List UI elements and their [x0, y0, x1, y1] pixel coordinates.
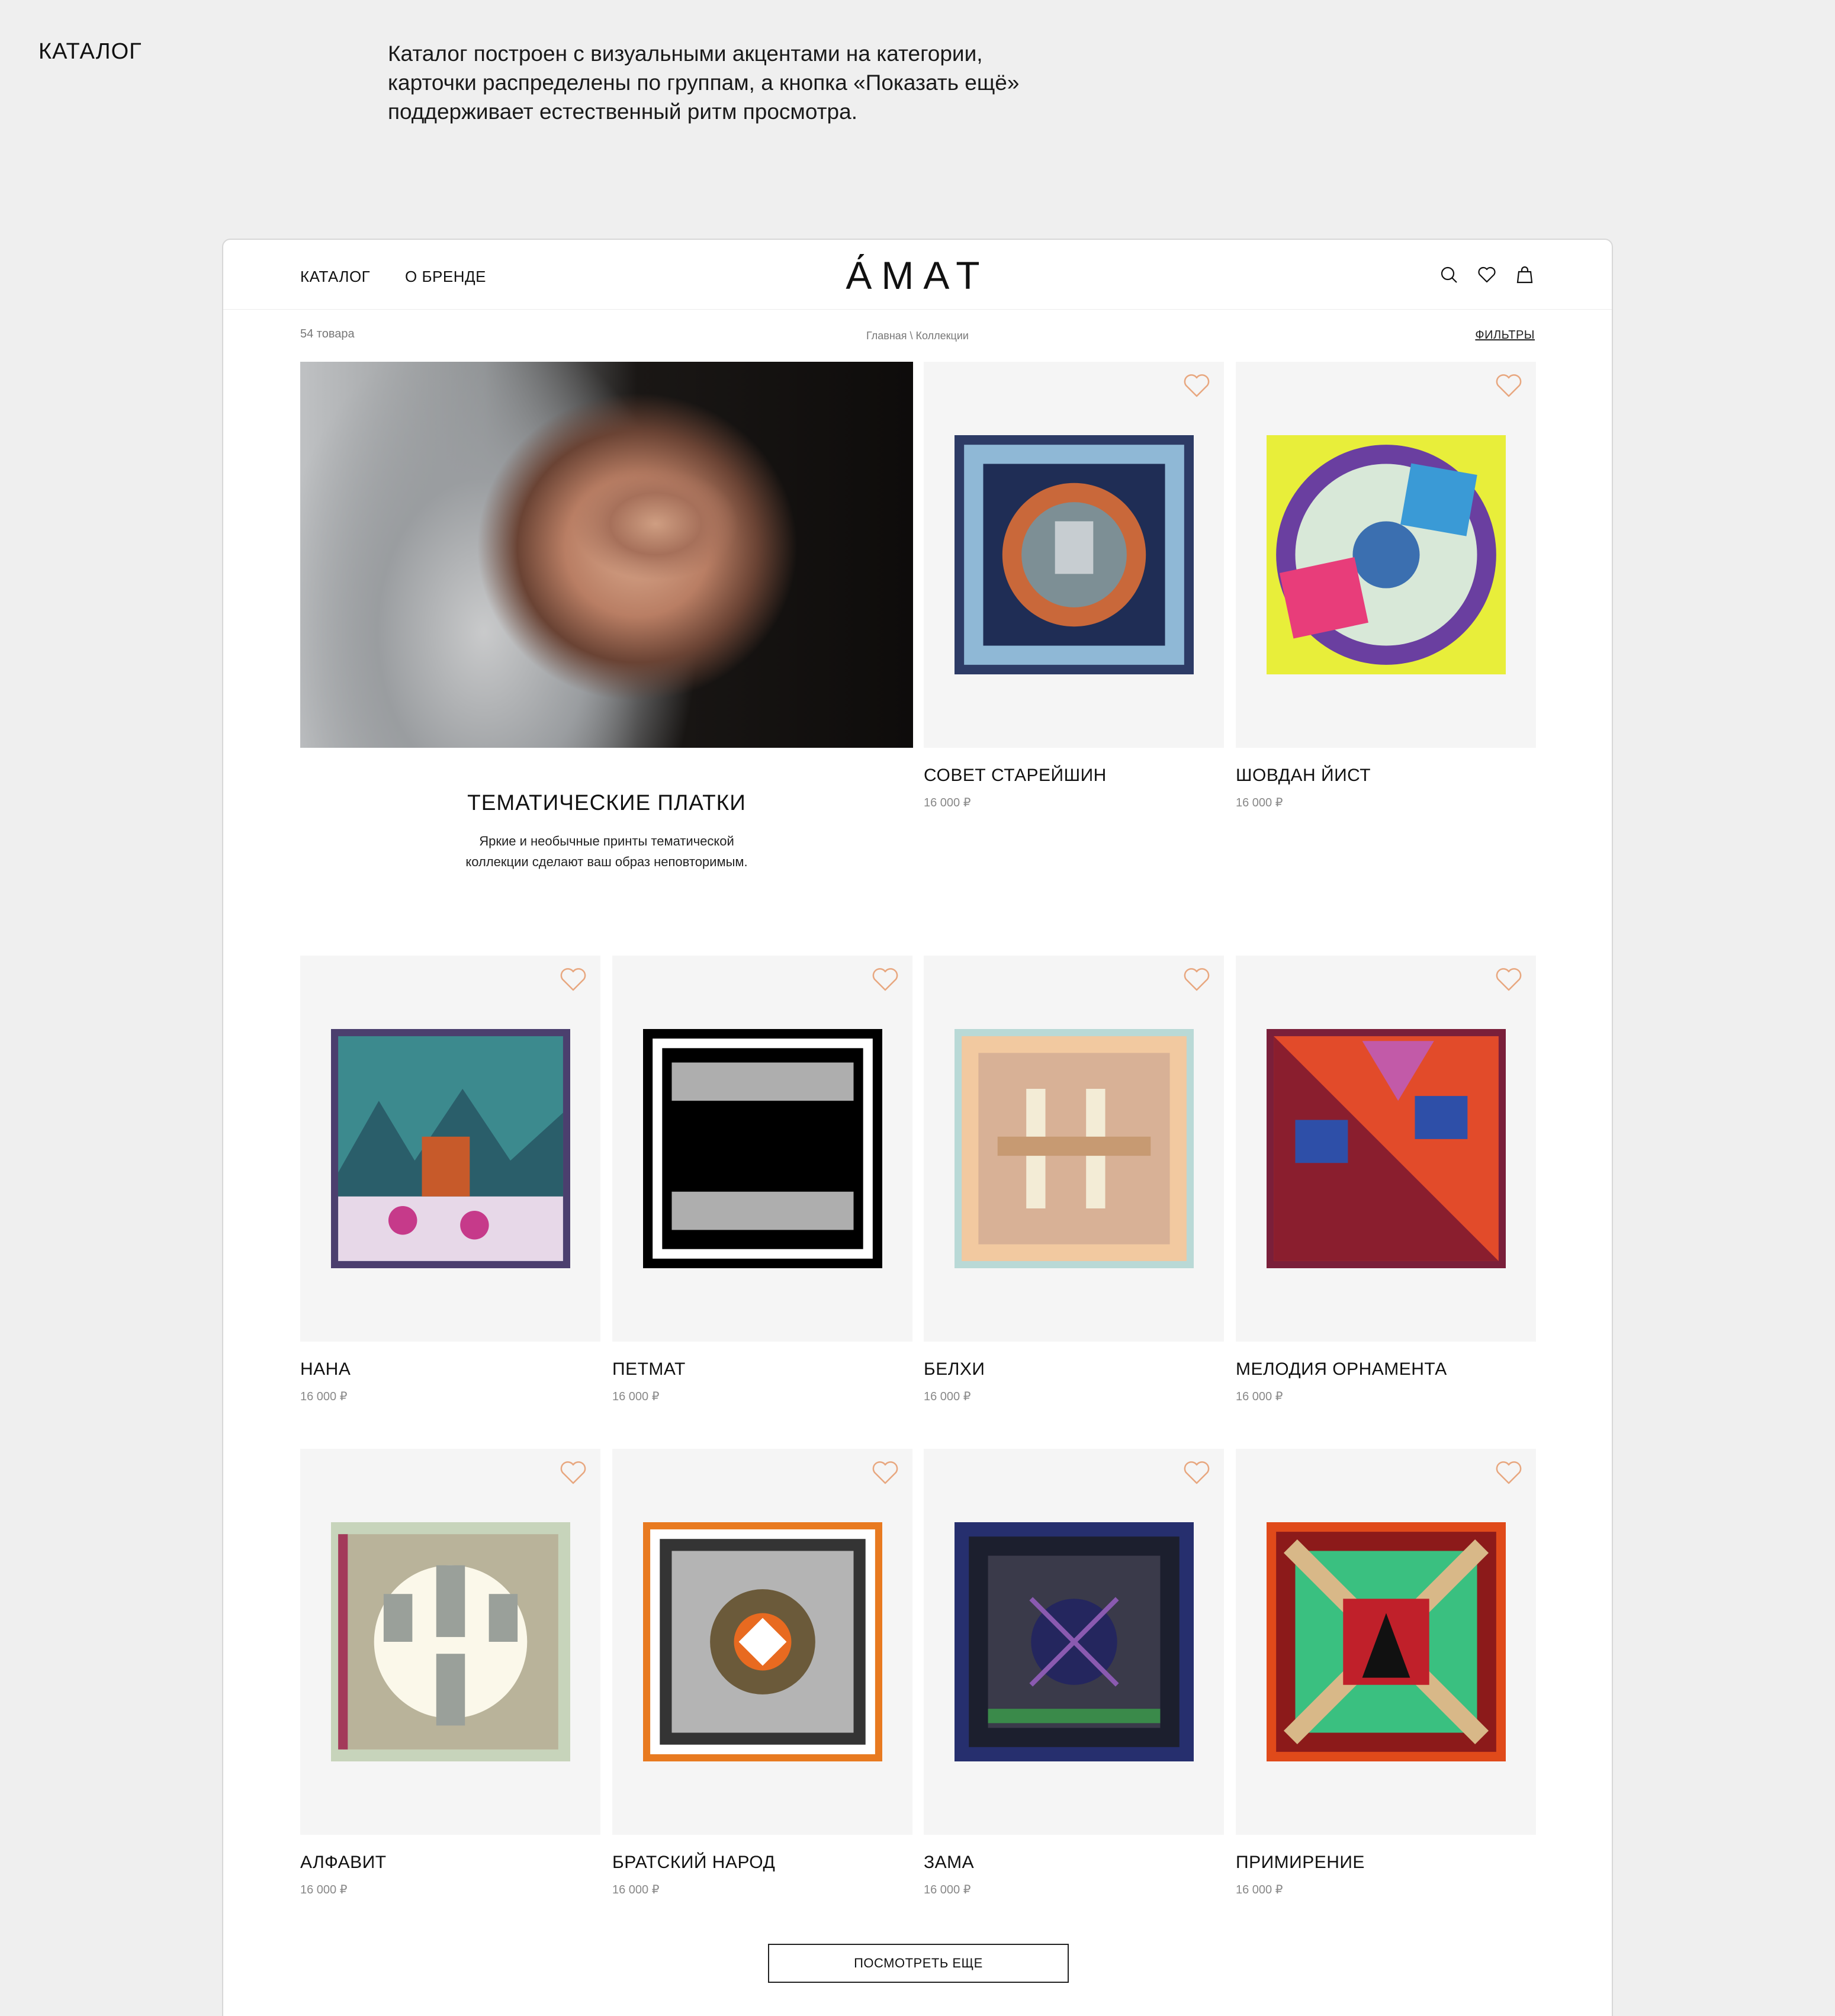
promo-text: Яркие и необычные принты тематической ко… — [300, 831, 913, 872]
product-price: 16 000 ₽ — [612, 1390, 660, 1403]
promo-image[interactable] — [300, 362, 913, 748]
product-price: 16 000 ₽ — [300, 1883, 348, 1896]
description-line: поддерживает естественный ритм просмотра… — [388, 99, 857, 124]
product-card[interactable]: НАНА 16 000 ₽ — [300, 956, 600, 1404]
product-card[interactable]: ПРИМИРЕНИЕ 16 000 ₽ — [1236, 1449, 1536, 1897]
bag-icon[interactable] — [1515, 265, 1535, 285]
promo-text-line: Яркие и необычные принты тематической — [479, 834, 734, 848]
header-icons — [1439, 265, 1535, 285]
product-price: 16 000 ₽ — [300, 1390, 348, 1403]
product-name[interactable]: МЕЛОДИЯ ОРНАМЕНТА — [1236, 1359, 1536, 1380]
heart-icon[interactable] — [1495, 374, 1523, 398]
heart-icon[interactable] — [1495, 967, 1523, 992]
heart-icon[interactable] — [1182, 967, 1211, 992]
product-name[interactable]: АЛФАВИТ — [300, 1853, 600, 1873]
product-price: 16 000 ₽ — [1236, 1390, 1283, 1403]
product-price: 16 000 ₽ — [924, 1883, 971, 1896]
product-name[interactable]: ШОВДАН ЙИСТ — [1236, 766, 1536, 786]
product-card[interactable]: БЕЛХИ 16 000 ₽ — [924, 956, 1224, 1404]
product-price: 16 000 ₽ — [1236, 796, 1283, 809]
scarf-print — [954, 435, 1194, 674]
description-line: Каталог построен с визуальными акцентами… — [388, 41, 983, 66]
section-description: Каталог построен с визуальными акцентами… — [388, 39, 1098, 126]
show-more-button[interactable]: ПОСМОТРЕТЬ ЕЩЕ — [768, 1944, 1069, 1983]
product-name[interactable]: СОВЕТ СТАРЕЙШИН — [924, 766, 1224, 786]
product-price: 16 000 ₽ — [924, 796, 971, 809]
scarf-print — [642, 1522, 882, 1761]
product-image[interactable] — [300, 1449, 600, 1835]
product-image[interactable] — [1236, 956, 1536, 1342]
breadcrumb[interactable]: Главная \ Коллекции — [223, 330, 1612, 342]
product-image[interactable] — [612, 1449, 912, 1835]
scarf-print — [330, 1029, 570, 1268]
browser-window: КАТАЛОГ О БРЕНДЕ А́МАТ 54 товара Главная… — [222, 239, 1613, 2016]
heart-icon[interactable] — [1182, 374, 1211, 398]
product-card[interactable]: МЕЛОДИЯ ОРНАМЕНТА 16 000 ₽ — [1236, 956, 1536, 1404]
product-price: 16 000 ₽ — [612, 1883, 660, 1896]
scarf-print — [642, 1029, 882, 1268]
product-name[interactable]: БРАТСКИЙ НАРОД — [612, 1853, 912, 1873]
product-card[interactable]: ПЕТМАТ 16 000 ₽ — [612, 956, 912, 1404]
promo-title: ТЕМАТИЧЕСКИЕ ПЛАТКИ — [467, 790, 746, 815]
brand-logo[interactable]: А́МАТ — [223, 253, 1612, 298]
heart-icon[interactable] — [1182, 1461, 1211, 1486]
promo-text-line: коллекции сделают ваш образ неповторимым… — [465, 854, 748, 869]
product-name[interactable]: ЗАМА — [924, 1853, 1224, 1873]
heart-icon[interactable] — [1495, 1461, 1523, 1486]
product-card[interactable]: АЛФАВИТ 16 000 ₽ — [300, 1449, 600, 1897]
product-name[interactable]: НАНА — [300, 1359, 600, 1380]
product-image[interactable] — [924, 956, 1224, 1342]
heart-icon[interactable] — [559, 967, 587, 992]
heart-icon[interactable] — [871, 1461, 899, 1486]
scarf-print — [1266, 1522, 1506, 1761]
scarf-print — [1266, 1029, 1506, 1268]
heart-icon[interactable] — [871, 967, 899, 992]
scarf-print — [954, 1029, 1194, 1268]
product-image[interactable] — [1236, 362, 1536, 748]
site-header: КАТАЛОГ О БРЕНДЕ А́МАТ — [223, 240, 1612, 310]
scarf-print — [1266, 435, 1506, 674]
product-name[interactable]: ПЕТМАТ — [612, 1359, 912, 1380]
product-image[interactable] — [300, 956, 600, 1342]
description-line: карточки распределены по группам, а кноп… — [388, 70, 1020, 95]
product-card[interactable]: ШОВДАН ЙИСТ 16 000 ₽ — [1236, 362, 1536, 810]
heart-icon[interactable] — [559, 1461, 587, 1486]
product-card[interactable]: СОВЕТ СТАРЕЙШИН 16 000 ₽ — [924, 362, 1224, 810]
scarf-print — [954, 1522, 1194, 1761]
search-icon[interactable] — [1439, 265, 1459, 285]
product-card[interactable]: ЗАМА 16 000 ₽ — [924, 1449, 1224, 1897]
filters-link[interactable]: ФИЛЬТРЫ — [1475, 329, 1535, 342]
product-price: 16 000 ₽ — [1236, 1883, 1283, 1896]
product-name[interactable]: БЕЛХИ — [924, 1359, 1224, 1380]
product-image[interactable] — [924, 362, 1224, 748]
section-label: КАТАЛОГ — [38, 39, 142, 64]
product-image[interactable] — [1236, 1449, 1536, 1835]
product-price: 16 000 ₽ — [924, 1390, 971, 1403]
product-image[interactable] — [924, 1449, 1224, 1835]
product-card[interactable]: БРАТСКИЙ НАРОД 16 000 ₽ — [612, 1449, 912, 1897]
product-image[interactable] — [612, 956, 912, 1342]
heart-icon[interactable] — [1477, 265, 1497, 285]
scarf-print — [330, 1522, 570, 1761]
product-name[interactable]: ПРИМИРЕНИЕ — [1236, 1853, 1536, 1873]
